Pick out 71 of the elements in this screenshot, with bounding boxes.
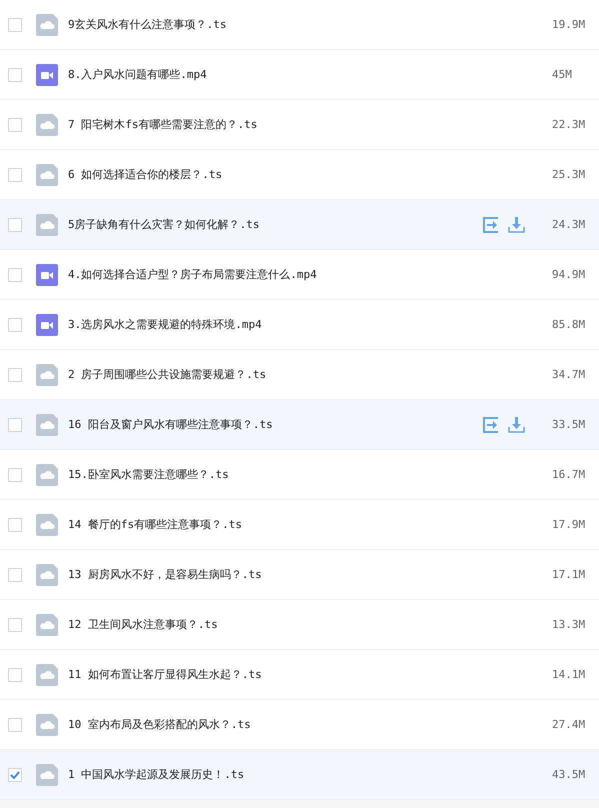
checkbox[interactable] (8, 68, 22, 82)
file-row[interactable]: 5房子缺角有什么灾害？如何化解？.ts 24.3M (0, 200, 599, 250)
checkbox[interactable] (8, 118, 22, 132)
file-cloud-icon (36, 664, 58, 686)
file-cloud-icon (36, 364, 58, 386)
file-cloud-icon (36, 514, 58, 536)
file-size: 25.3M (552, 168, 586, 181)
file-cloud-icon (36, 14, 58, 36)
file-size: 17.1M (552, 568, 586, 581)
file-name: 10 室内布局及色彩搭配的风水？.ts (68, 717, 252, 732)
file-size: 45M (552, 68, 573, 81)
file-size: 13.3M (552, 618, 586, 631)
checkbox[interactable] (8, 318, 22, 332)
file-size: 19.9M (552, 18, 586, 31)
file-size: 24.3M (552, 218, 586, 231)
video-camera-icon (36, 64, 58, 86)
checkbox[interactable] (8, 668, 22, 682)
file-name: 4.如何选择合适户型？房子布局需要注意什么.mp4 (68, 267, 318, 282)
file-name: 8.入户风水问题有哪些.mp4 (68, 67, 208, 82)
file-name: 6 如何选择适合你的楼层？.ts (68, 167, 224, 182)
file-cloud-icon (36, 764, 58, 786)
file-name: 14 餐厅的fs有哪些注意事项？.ts (68, 517, 243, 532)
checkbox[interactable] (8, 268, 22, 282)
move-icon[interactable] (483, 216, 499, 232)
file-name: 3.选房风水之需要规避的特殊环境.mp4 (68, 317, 263, 332)
file-cloud-icon (36, 114, 58, 136)
checkbox[interactable] (8, 568, 22, 582)
file-cloud-icon (36, 614, 58, 636)
checkbox[interactable] (8, 418, 22, 432)
file-cloud-icon (36, 464, 58, 486)
video-camera-icon (36, 264, 58, 286)
file-name: 16 阳台及窗户风水有哪些注意事项？.ts (68, 417, 274, 432)
file-name: 9玄关风水有什么注意事项？.ts (68, 17, 228, 32)
file-name: 2 房子周围哪些公共设施需要规避？.ts (68, 367, 268, 382)
file-size: 85.8M (552, 318, 586, 331)
file-name: 5房子缺角有什么灾害？如何化解？.ts (68, 217, 260, 232)
file-size: 43.5M (552, 768, 586, 781)
file-name: 13 厨房风水不好，是容易生病吗？.ts (68, 567, 263, 582)
video-camera-icon (36, 314, 58, 336)
file-name: 7 阳宅树木fs有哪些需要注意的？.ts (68, 117, 258, 132)
file-cloud-icon (36, 564, 58, 586)
file-size: 94.9M (552, 268, 586, 281)
move-icon[interactable] (483, 416, 499, 432)
download-icon[interactable] (508, 216, 525, 232)
file-cloud-icon (36, 414, 58, 436)
file-size: 27.4M (552, 718, 586, 731)
checkbox[interactable] (8, 368, 22, 382)
file-size: 22.3M (552, 118, 586, 131)
file-name: 12 卫生间风水注意事项？.ts (68, 617, 219, 632)
file-row[interactable]: 16 阳台及窗户风水有哪些注意事项？.ts 33.5M (0, 400, 599, 450)
checkbox[interactable] (8, 468, 22, 482)
checkbox[interactable] (8, 218, 22, 232)
file-cloud-icon (36, 714, 58, 736)
file-size: 34.7M (552, 368, 586, 381)
file-name: 15.卧室风水需要注意哪些？.ts (68, 467, 230, 482)
file-size: 14.1M (552, 668, 586, 681)
file-cloud-icon (36, 214, 58, 236)
checkbox[interactable] (8, 718, 22, 732)
checkbox[interactable] (8, 168, 22, 182)
file-name: 1 中国风水学起源及发展历史！.ts (68, 767, 246, 782)
file-size: 33.5M (552, 418, 586, 431)
file-cloud-icon (36, 164, 58, 186)
download-icon[interactable] (508, 416, 525, 432)
checkbox[interactable] (8, 618, 22, 632)
checkbox[interactable] (8, 768, 22, 782)
file-row[interactable]: 1 中国风水学起源及发展历史！.ts 43.5M (0, 750, 599, 800)
file-name: 11 如何布置让客厅显得风生水起？.ts (68, 667, 263, 682)
file-size: 17.9M (552, 518, 586, 531)
file-size: 16.7M (552, 468, 586, 481)
checkbox[interactable] (8, 18, 22, 32)
checkbox[interactable] (8, 518, 22, 532)
